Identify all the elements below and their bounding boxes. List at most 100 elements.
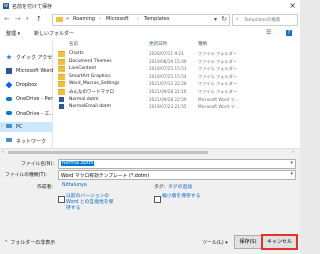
up-arrow-icon[interactable]: ↑ (36, 15, 42, 23)
nav-item-dropbox[interactable]: Dropbox (0, 80, 52, 90)
refresh-icon[interactable]: ↻ (221, 15, 227, 23)
file-row[interactable]: LiveContent 2019/07/25 15:53 ファイル フォルダー (53, 65, 296, 73)
column-type[interactable]: 種類 (198, 41, 207, 47)
file-type: ファイル フォルダー (198, 51, 238, 56)
file-date: 2019/07/25 15:54 (149, 73, 187, 79)
scroll-left-icon[interactable]: ‹ (2, 149, 4, 155)
close-icon[interactable]: × (289, 1, 296, 10)
filename-value: Normal.dotm (61, 161, 95, 166)
file-row[interactable]: Charts 2020/07/11 9:21 ファイル フォルダー (53, 50, 296, 57)
hide-folders-button[interactable]: ^ フォルダーの非表示 (4, 239, 55, 246)
file-row[interactable]: NormalEmail.dotm 2019/07/23 21:55 Microsof… (53, 103, 296, 110)
file-type: ファイル フォルダー (198, 58, 238, 64)
dialog-footer: ^ フォルダーの非表示 ツール(L) ▾ 保存(S) キャンセル (0, 232, 300, 254)
navigation-pane: クイック アクセス Microsoft Word Dropbox OneDriv… (0, 40, 58, 148)
cancel-button[interactable]: キャンセル (261, 234, 298, 250)
cloud-icon (6, 111, 12, 115)
forward-arrow-icon[interactable]: → (15, 15, 21, 23)
hide-folders-label: フォルダーの非表示 (10, 240, 56, 246)
filename-label: ファイル名(N): (21, 162, 54, 167)
thumbnail-label[interactable]: 縮小版を保存する (162, 194, 200, 200)
back-arrow-icon[interactable]: ← (4, 15, 10, 23)
save-form: ファイル名(N): Normal.dotm ▾ ファイルの種類(T): Word… (0, 156, 300, 232)
address-box[interactable]: « Roaming › Microsoft › Templates ▾ ↻ (52, 14, 230, 26)
filetype-select[interactable]: Word マクロ有効テンプレート (*.dotm) ▾ (58, 170, 296, 180)
organize-button[interactable]: 整理 ▾ (6, 30, 20, 37)
filename-dropdown-icon[interactable]: ▾ (290, 160, 293, 166)
folder-icon (58, 51, 65, 57)
search-box[interactable]: ⌕ Templatesの検索 (232, 14, 298, 26)
folder-icon (58, 89, 65, 95)
dialog-title: 名前を付けて保存 (12, 4, 53, 10)
breadcrumb-separator[interactable]: › (137, 16, 139, 22)
tags-value[interactable]: タグの追加 (168, 183, 192, 190)
breadcrumb-overflow[interactable]: « (66, 16, 69, 22)
search-icon: ⌕ (236, 16, 239, 22)
thumbnail-checkbox[interactable] (154, 196, 161, 203)
breadcrumb-microsoft[interactable]: Microsoft (106, 16, 129, 22)
breadcrumb-roaming[interactable]: Roaming (73, 16, 95, 22)
help-icon[interactable]: ? (286, 30, 292, 36)
nav-item-network[interactable]: › ネットワーク (0, 136, 52, 146)
file-row[interactable]: みんなのワードマクロ 2021/09/28 22:16 ファイル フォルダー (53, 88, 296, 95)
cloud-icon (6, 97, 12, 101)
nav-label: Dropbox (16, 82, 38, 88)
file-name: NormalEmail.dotm (69, 104, 111, 110)
file-row[interactable]: Word_Macros_Settings 2021/07/12 22:28 ファイル… (53, 80, 296, 88)
filename-input[interactable]: Normal.dotm ▾ (58, 159, 296, 169)
file-type: ファイル フォルダー (198, 89, 238, 94)
compat-label[interactable]: 以前のバージョンの Word との互換性を保持する (66, 194, 118, 212)
nav-item-onedrive-personal[interactable]: OneDrive - Perso (0, 94, 58, 104)
filetype-value: Word マクロ有効テンプレート (*.dotm) (61, 174, 150, 179)
file-name: みんなのワードマクロ (69, 90, 114, 95)
nav-label: Microsoft Word (16, 68, 54, 74)
file-type: Microsoft Word マ... (198, 96, 239, 102)
folder-icon (56, 17, 63, 22)
expand-arrow-icon[interactable]: › (1, 123, 3, 129)
caret-up-icon: ^ (4, 240, 9, 246)
author-value[interactable]: Nittalunya (62, 183, 87, 188)
save-button[interactable]: 保存(S) (234, 235, 262, 249)
nav-item-onedrive-business[interactable]: OneDrive - エ... (0, 108, 54, 118)
title-bar: W 名前を付けて保存 × (0, 0, 300, 12)
file-type: Microsoft Word マ... (198, 104, 239, 110)
nav-label: クイック アクセス (16, 55, 58, 61)
file-date: 2019/08/19 15:46 (149, 58, 187, 64)
file-date: 2020/07/11 9:21 (149, 51, 184, 56)
file-date: 2021/07/12 22:28 (149, 81, 187, 87)
file-row[interactable]: Normal.dotm 2021/09/28 22:59 Microsoft Wor… (53, 96, 296, 103)
address-dropdown-icon[interactable]: ▾ (214, 16, 217, 23)
nav-item-quick-access[interactable]: クイック アクセス (0, 52, 57, 62)
file-row[interactable]: Document Themes 2019/08/19 15:46 ファイル フォルダ… (53, 58, 296, 65)
tools-menu[interactable]: ツール(L) ▾ (202, 239, 228, 246)
folder-icon (58, 58, 65, 65)
file-name: Normal.dotm (69, 96, 99, 102)
nav-item-pc[interactable]: › PC (0, 122, 52, 132)
file-name: LiveContent (69, 66, 97, 72)
folder-icon (58, 73, 65, 80)
file-row[interactable]: SmartArt Graphics 2019/07/25 15:54 ファイル フォ… (53, 73, 296, 80)
horizontal-scrollbar[interactable]: ‹ › (0, 148, 300, 156)
word-app-icon: W (3, 3, 9, 9)
folder-icon (58, 81, 65, 88)
file-type: ファイル フォルダー (198, 81, 238, 87)
scroll-thumb[interactable] (8, 151, 208, 154)
file-type: ファイル フォルダー (198, 73, 238, 79)
word-document-icon (59, 96, 64, 102)
file-date: 2021/09/28 22:16 (149, 89, 187, 94)
search-placeholder: Templatesの検索 (244, 18, 281, 23)
nav-item-microsoft-word[interactable]: Microsoft Word (0, 66, 54, 76)
column-name[interactable]: 名前 (69, 41, 78, 47)
view-options-icon[interactable]: ☰ (266, 29, 271, 36)
file-list: 名前 更新日時 種類 Charts 2020/07/11 9:21 ファイル フォル… (53, 40, 296, 148)
expand-arrow-icon[interactable]: › (1, 137, 3, 143)
scroll-right-icon[interactable]: › (292, 149, 294, 155)
new-folder-button[interactable]: 新しいフォルダー (34, 30, 74, 37)
breadcrumb-separator[interactable]: › (99, 16, 101, 22)
recent-dropdown-icon[interactable]: ▾ (26, 16, 29, 22)
column-date[interactable]: 更新日時 (149, 41, 167, 47)
breadcrumb-templates[interactable]: Templates (144, 16, 169, 22)
filetype-dropdown-icon[interactable]: ▾ (290, 171, 293, 177)
compat-checkbox[interactable] (58, 196, 65, 203)
file-name: SmartArt Graphics (69, 73, 111, 79)
